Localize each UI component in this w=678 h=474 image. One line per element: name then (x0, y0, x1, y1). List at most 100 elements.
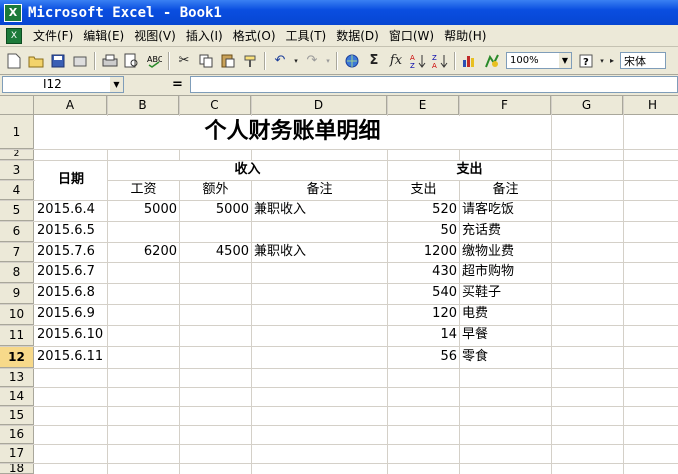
cell-expense[interactable]: 120 (388, 304, 457, 324)
copy-icon[interactable] (196, 51, 216, 71)
undo-dropdown-icon[interactable]: ▾ (292, 51, 300, 71)
menu-format[interactable]: 格式(O) (228, 27, 281, 44)
menu-tools[interactable]: 工具(T) (281, 27, 332, 44)
name-box-dropdown-icon[interactable]: ▼ (110, 77, 123, 92)
cell-extra[interactable]: 5000 (180, 200, 249, 220)
formula-equals-icon[interactable]: = (172, 77, 183, 92)
menu-insert[interactable]: 插入(I) (181, 27, 228, 44)
cell-expense-note[interactable]: 请客吃饭 (462, 200, 514, 220)
chart-wizard-icon[interactable] (460, 51, 480, 71)
cell-salary[interactable]: 5000 (108, 200, 177, 220)
cell-date[interactable]: 2015.6.4 (37, 200, 95, 220)
column-header-a[interactable]: A (34, 96, 107, 115)
row-header-1[interactable]: 1 (0, 115, 34, 149)
workbook-icon[interactable]: X (6, 27, 22, 44)
row-header-7[interactable]: 7 (0, 242, 34, 262)
column-header-d[interactable]: D (251, 96, 387, 115)
sort-ascending-icon[interactable]: AZ (408, 51, 428, 71)
cell-expense[interactable]: 56 (388, 347, 457, 367)
column-header-c[interactable]: C (179, 96, 251, 115)
permission-icon[interactable] (70, 51, 90, 71)
redo-icon[interactable]: ↷ (302, 51, 322, 71)
cell-salary[interactable]: 6200 (108, 242, 177, 262)
print-preview-icon[interactable] (122, 51, 142, 71)
cell-date[interactable]: 2015.6.5 (37, 221, 95, 241)
row-header-10[interactable]: 10 (0, 304, 34, 325)
autosum-icon[interactable]: Σ (364, 51, 384, 71)
cell-expense-note[interactable]: 买鞋子 (462, 283, 501, 303)
help-icon[interactable]: ? (576, 51, 596, 71)
row-header-5[interactable]: 5 (0, 200, 34, 221)
row-header-9[interactable]: 9 (0, 283, 34, 304)
cut-icon[interactable]: ✂ (174, 51, 194, 71)
row-header-15[interactable]: 15 (0, 406, 34, 425)
menu-data[interactable]: 数据(D) (331, 27, 384, 44)
spelling-icon[interactable]: ABC (144, 51, 164, 71)
cell-expense[interactable]: 50 (388, 221, 457, 241)
cell-date[interactable]: 2015.6.7 (37, 262, 95, 282)
cell-expense-note[interactable]: 零食 (462, 347, 488, 367)
font-select[interactable]: 宋体 (620, 52, 666, 69)
row-header-13[interactable]: 13 (0, 368, 34, 387)
format-painter-icon[interactable] (240, 51, 260, 71)
cell-expense-note[interactable]: 超市购物 (462, 262, 514, 282)
column-header-f[interactable]: F (459, 96, 551, 115)
menu-edit[interactable]: 编辑(E) (78, 27, 129, 44)
spreadsheet-grid[interactable]: A B C D E F G H 1 2 3 4 5 6 7 8 9 10 11 … (0, 96, 678, 474)
row-header-6[interactable]: 6 (0, 221, 34, 242)
drawing-icon[interactable] (482, 51, 502, 71)
zoom-select[interactable]: 100% ▼ (506, 52, 572, 69)
cell-expense[interactable]: 520 (388, 200, 457, 220)
formula-input[interactable] (190, 76, 678, 93)
cell-date[interactable]: 2015.7.6 (37, 242, 95, 262)
menu-help[interactable]: 帮助(H) (439, 27, 491, 44)
row-header-12[interactable]: 12 (0, 346, 34, 368)
cell-expense[interactable]: 430 (388, 262, 457, 282)
select-all-corner[interactable] (0, 96, 34, 115)
zoom-dropdown-icon[interactable]: ▼ (559, 53, 571, 68)
row-header-16[interactable]: 16 (0, 425, 34, 444)
redo-dropdown-icon[interactable]: ▾ (324, 51, 332, 71)
row-header-18[interactable]: 18 (0, 461, 34, 474)
menu-view[interactable]: 视图(V) (129, 27, 181, 44)
row-header-8[interactable]: 8 (0, 262, 34, 283)
cell-date[interactable]: 2015.6.9 (37, 304, 95, 324)
toolbar-options-icon[interactable]: ▸ (608, 51, 616, 71)
cell-expense-note[interactable]: 早餐 (462, 325, 488, 345)
column-header-h[interactable]: H (623, 96, 678, 115)
help-dropdown-icon[interactable]: ▾ (598, 51, 606, 71)
hyperlink-icon[interactable] (342, 51, 362, 71)
save-icon[interactable] (48, 51, 68, 71)
cell-extra[interactable]: 4500 (180, 242, 249, 262)
row-header-4[interactable]: 4 (0, 180, 34, 200)
open-icon[interactable] (26, 51, 46, 71)
column-header-g[interactable]: G (551, 96, 623, 115)
sort-descending-icon[interactable]: ZA (430, 51, 450, 71)
cell-income-note[interactable]: 兼职收入 (254, 242, 306, 262)
insert-function-icon[interactable]: fx (386, 51, 406, 71)
row-header-14[interactable]: 14 (0, 387, 34, 406)
new-icon[interactable] (4, 51, 24, 71)
svg-text:Z: Z (410, 62, 415, 69)
cell-expense[interactable]: 540 (388, 283, 457, 303)
column-header-e[interactable]: E (387, 96, 459, 115)
cell-expense-note[interactable]: 电费 (462, 304, 488, 324)
row-header-3[interactable]: 3 (0, 160, 34, 180)
cell-expense[interactable]: 1200 (388, 242, 457, 262)
name-box[interactable]: I12 ▼ (2, 76, 124, 93)
cell-date[interactable]: 2015.6.10 (37, 325, 103, 345)
undo-icon[interactable]: ↶ (270, 51, 290, 71)
row-header-2[interactable]: 2 (0, 149, 34, 160)
cell-date[interactable]: 2015.6.8 (37, 283, 95, 303)
paste-icon[interactable] (218, 51, 238, 71)
menu-window[interactable]: 窗口(W) (384, 27, 439, 44)
cell-income-note[interactable]: 兼职收入 (254, 200, 306, 220)
row-header-11[interactable]: 11 (0, 325, 34, 346)
menu-file[interactable]: 文件(F) (28, 27, 78, 44)
cell-expense[interactable]: 14 (388, 325, 457, 345)
print-icon[interactable] (100, 51, 120, 71)
cell-expense-note[interactable]: 充话费 (462, 221, 501, 241)
cell-expense-note[interactable]: 缴物业费 (462, 242, 514, 262)
cell-date[interactable]: 2015.6.11 (37, 347, 103, 367)
column-header-b[interactable]: B (107, 96, 179, 115)
